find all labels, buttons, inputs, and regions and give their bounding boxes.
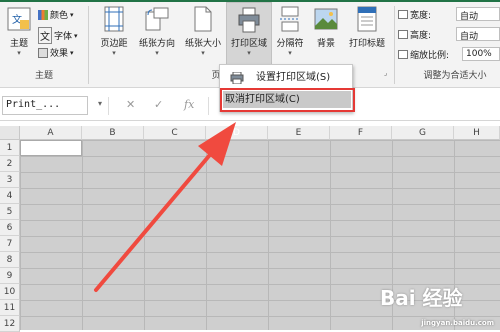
- annotation-arrow: [94, 122, 236, 292]
- baidu-watermark: Bai 经验 jingyan.baidu.com: [380, 282, 496, 328]
- watermark-text: Bai 经验: [380, 286, 463, 310]
- watermark-url: jingyan.baidu.com: [421, 319, 494, 327]
